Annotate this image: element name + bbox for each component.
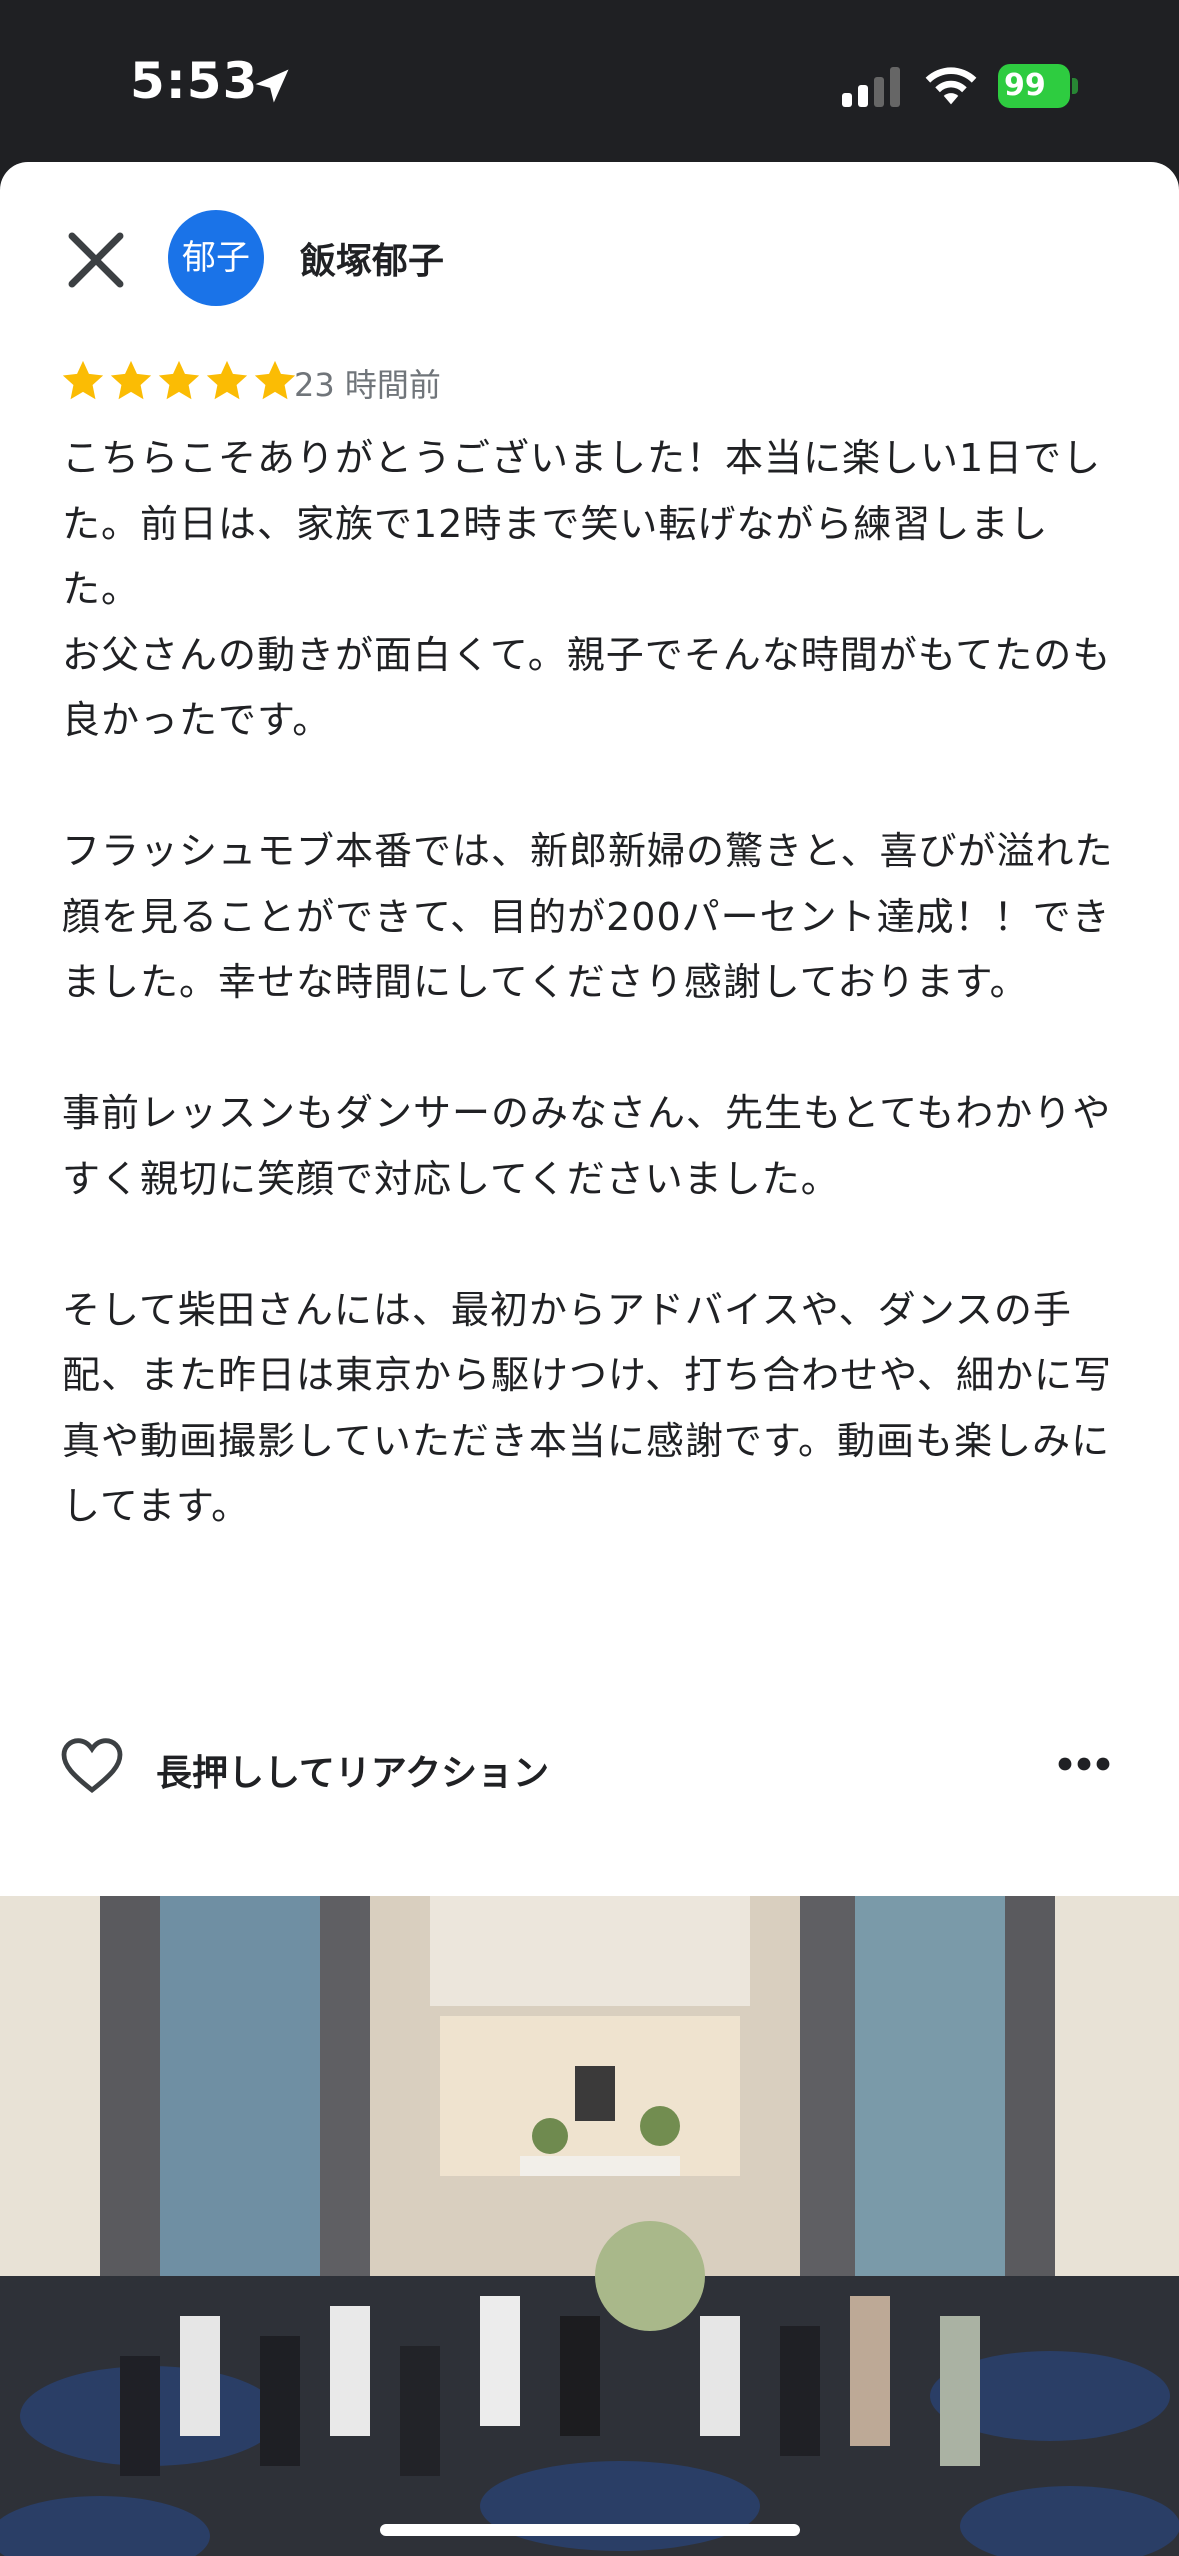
avatar[interactable]: 郁子 <box>168 210 264 306</box>
status-bar: 5:53 99 <box>0 0 1179 160</box>
star-icon <box>206 360 248 400</box>
reaction-row: 長押ししてリアクション <box>60 1732 1120 1802</box>
location-arrow-icon <box>255 69 289 103</box>
cellular-signal-icon <box>842 67 900 107</box>
star-icon <box>158 360 200 400</box>
close-icon[interactable] <box>64 228 128 292</box>
review-time-ago: 23 時間前 <box>294 366 441 404</box>
star-icon <box>254 360 296 400</box>
star-rating <box>60 358 298 406</box>
heart-outline-icon[interactable] <box>60 1736 124 1796</box>
wifi-icon <box>925 67 977 105</box>
home-indicator <box>380 2524 800 2536</box>
review-text: こちらこそありがとうございました！本当に楽しい1日でした。前日は、家族で12時ま… <box>62 436 1114 1528</box>
more-horizontal-icon[interactable] <box>1058 1754 1110 1774</box>
battery-indicator: 99 <box>998 64 1078 108</box>
reviewer-name[interactable]: 飯塚郁子 <box>300 232 444 284</box>
star-icon <box>62 360 104 400</box>
review-photo[interactable] <box>0 1896 1179 2556</box>
reaction-label[interactable]: 長押ししてリアクション <box>156 1744 549 1796</box>
star-icon <box>110 360 152 400</box>
review-sheet: 郁子 飯塚郁子 23 時間前 こちらこそありがとうございました！本当に楽しい1日… <box>0 162 1179 2556</box>
status-time: 5:53 <box>130 52 259 110</box>
battery-level: 99 <box>1004 68 1046 103</box>
